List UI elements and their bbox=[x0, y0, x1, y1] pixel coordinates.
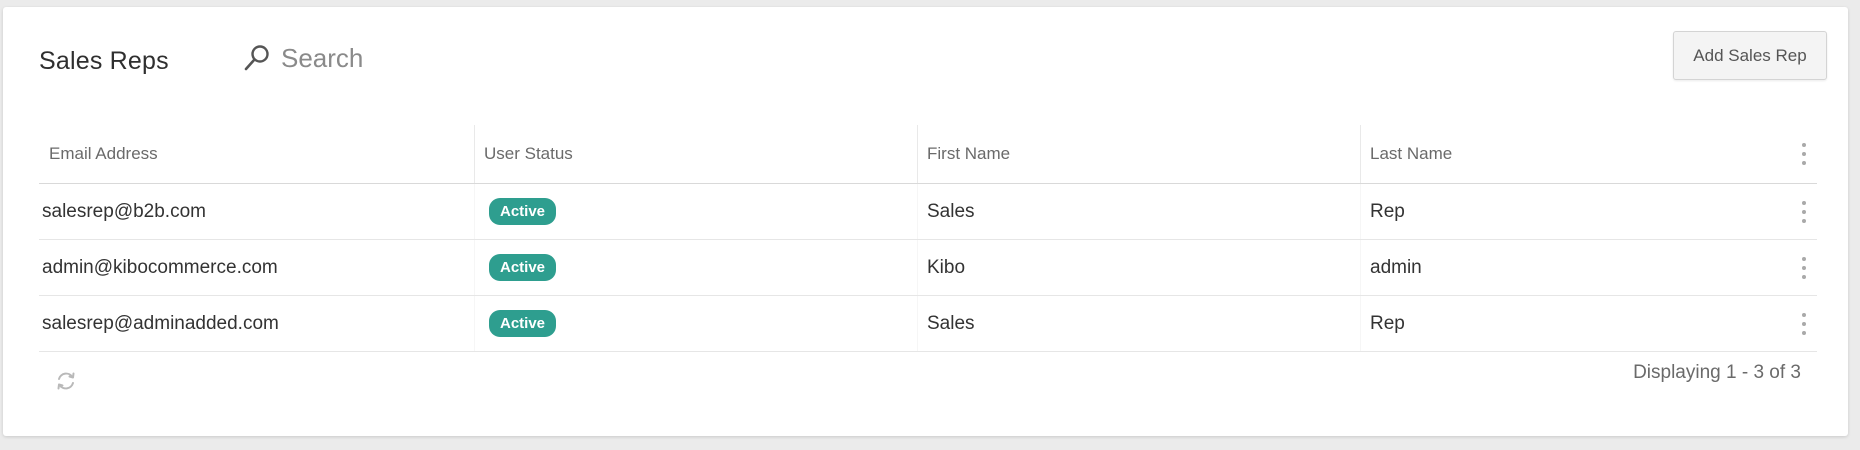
more-vertical-icon[interactable] bbox=[1801, 256, 1807, 279]
refresh-icon[interactable] bbox=[55, 370, 77, 392]
column-header-first-name[interactable]: First Name bbox=[918, 125, 1361, 183]
search-input[interactable] bbox=[281, 43, 581, 74]
status-badge: Active bbox=[489, 310, 557, 337]
search-icon bbox=[244, 44, 269, 70]
column-header-last-name[interactable]: Last Name bbox=[1361, 125, 1817, 183]
more-vertical-icon[interactable] bbox=[1801, 200, 1807, 223]
status-cell: Active bbox=[475, 240, 918, 295]
table-row[interactable]: salesrep@b2b.com Active Sales Rep bbox=[39, 184, 1817, 240]
column-header-email[interactable]: Email Address bbox=[39, 125, 475, 183]
status-badge: Active bbox=[489, 254, 557, 281]
first-name-cell: Sales bbox=[918, 296, 1361, 351]
table-footer: Displaying 1 - 3 of 3 bbox=[39, 352, 1817, 408]
first-name-cell: Kibo bbox=[918, 240, 1361, 295]
email-cell: salesrep@adminadded.com bbox=[39, 296, 475, 351]
add-sales-rep-button[interactable]: Add Sales Rep bbox=[1673, 31, 1827, 80]
sales-reps-panel: Sales Reps Add Sales Rep Email Address U… bbox=[3, 7, 1848, 436]
more-vertical-icon[interactable] bbox=[1801, 312, 1807, 335]
email-cell: salesrep@b2b.com bbox=[39, 184, 475, 239]
last-name-cell: Rep bbox=[1370, 200, 1405, 222]
table-row[interactable]: admin@kibocommerce.com Active Kibo admin bbox=[39, 240, 1817, 296]
last-name-cell: Rep bbox=[1370, 312, 1405, 334]
column-header-status[interactable]: User Status bbox=[475, 125, 918, 183]
status-cell: Active bbox=[475, 296, 918, 351]
first-name-cell: Sales bbox=[918, 184, 1361, 239]
pagination-status: Displaying 1 - 3 of 3 bbox=[1633, 362, 1801, 383]
status-badge: Active bbox=[489, 198, 557, 225]
email-cell: admin@kibocommerce.com bbox=[39, 240, 475, 295]
search-bar bbox=[243, 43, 581, 74]
page-title: Sales Reps bbox=[39, 47, 169, 75]
sales-reps-table: Email Address User Status First Name Las… bbox=[39, 125, 1817, 408]
last-name-cell: admin bbox=[1370, 256, 1422, 278]
table-row[interactable]: salesrep@adminadded.com Active Sales Rep bbox=[39, 296, 1817, 352]
status-cell: Active bbox=[475, 184, 918, 239]
table-header-row: Email Address User Status First Name Las… bbox=[39, 125, 1817, 184]
more-vertical-icon[interactable] bbox=[1801, 143, 1807, 165]
